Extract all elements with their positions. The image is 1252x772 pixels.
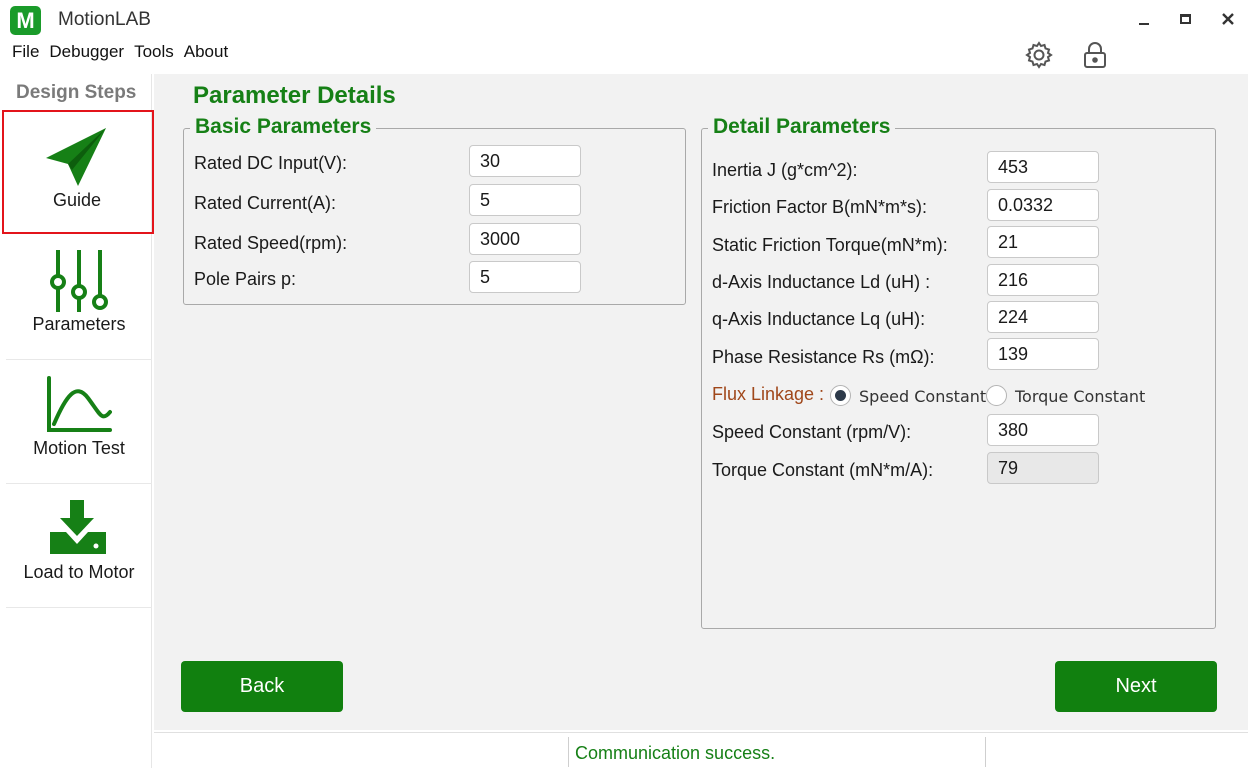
next-button[interactable]: Next [1055, 661, 1217, 712]
app-title: MotionLAB [58, 9, 151, 30]
d-axis-inductance-field[interactable]: 216 [987, 264, 1099, 296]
close-button[interactable] [1213, 6, 1243, 32]
minimize-icon [1139, 23, 1149, 25]
speed-constant-radio-label[interactable]: Speed Constant [859, 387, 986, 406]
friction-factor-field[interactable]: 0.0332 [987, 189, 1099, 221]
app-logo: M [10, 6, 41, 35]
sidebar-item-label: Parameters [32, 314, 126, 334]
detail-parameters-group: Detail Parameters Inertia J (g*cm^2): 45… [701, 115, 1216, 629]
torque-constant-label: Torque Constant (mN*m/A): [712, 460, 934, 480]
status-separator [568, 737, 569, 767]
back-button[interactable]: Back [181, 661, 343, 712]
menu-tools[interactable]: Tools [134, 42, 174, 64]
rated-current-field[interactable]: 5 [469, 184, 581, 216]
rated-dc-input-label: Rated DC Input(V): [194, 153, 348, 173]
inertia-label: Inertia J (g*cm^2): [712, 160, 858, 180]
static-friction-torque-label: Static Friction Torque(mN*m): [712, 235, 948, 255]
sidebar-item-load-to-motor[interactable]: Load to Motor [6, 484, 152, 608]
speed-constant-label: Speed Constant (rpm/V): [712, 422, 912, 442]
gear-icon[interactable] [1024, 40, 1054, 70]
torque-constant-field: 79 [987, 452, 1099, 484]
pole-pairs-label: Pole Pairs p: [194, 269, 297, 289]
sidebar-item-guide[interactable]: Guide [2, 110, 154, 234]
sidebar-item-label: Guide [52, 190, 102, 210]
menu-file[interactable]: File [12, 42, 39, 64]
minimize-button[interactable] [1129, 6, 1159, 32]
friction-factor-label: Friction Factor B(mN*m*s): [712, 197, 928, 217]
chart-curve-icon [47, 376, 112, 432]
maximize-button[interactable] [1170, 6, 1200, 32]
static-friction-torque-field[interactable]: 21 [987, 226, 1099, 258]
basic-parameters-group: Basic Parameters Rated DC Input(V): 30 R… [183, 115, 686, 305]
sidebar-title: Design Steps [16, 82, 137, 103]
basic-parameters-legend: Basic Parameters [190, 115, 377, 139]
status-separator [985, 737, 986, 767]
detail-parameters-legend: Detail Parameters [708, 115, 896, 139]
torque-constant-radio[interactable] [986, 385, 1007, 406]
rated-dc-input-field[interactable]: 30 [469, 145, 581, 177]
torque-constant-radio-label[interactable]: Torque Constant [1015, 387, 1145, 406]
phase-resistance-field[interactable]: 139 [987, 338, 1099, 370]
menu-debugger[interactable]: Debugger [49, 42, 124, 64]
d-axis-inductance-label: d-Axis Inductance Ld (uH) : [712, 272, 931, 292]
lock-icon[interactable] [1080, 40, 1110, 70]
close-icon [1222, 13, 1234, 25]
sidebar-item-label: Motion Test [33, 438, 125, 458]
download-icon [50, 500, 106, 554]
sidebar-item-label: Load to Motor [23, 562, 135, 582]
q-axis-inductance-field[interactable]: 224 [987, 301, 1099, 333]
page-title: Parameter Details [193, 82, 396, 109]
sidebar-item-parameters[interactable]: Parameters [6, 236, 152, 360]
status-bar: Communication success. [154, 732, 1248, 770]
menu-about[interactable]: About [184, 42, 228, 64]
q-axis-inductance-label: q-Axis Inductance Lq (uH): [712, 309, 926, 329]
design-steps-sidebar: Design Steps Guide Parameters Motion Tes… [2, 74, 154, 768]
flux-linkage-label: Flux Linkage : [712, 384, 825, 404]
main-panel: Parameter Details Basic Parameters Rated… [154, 74, 1248, 730]
rated-speed-label: Rated Speed(rpm): [194, 233, 348, 253]
maximize-icon [1179, 14, 1191, 24]
speed-constant-radio[interactable] [830, 385, 851, 406]
sliders-icon [50, 250, 108, 312]
rated-speed-field[interactable]: 3000 [469, 223, 581, 255]
menu-bar: File Debugger Tools About [12, 42, 228, 64]
sidebar-item-motion-test[interactable]: Motion Test [6, 360, 152, 484]
status-message: Communication success. [575, 743, 776, 763]
rated-current-label: Rated Current(A): [194, 193, 337, 213]
phase-resistance-label: Phase Resistance Rs (mΩ): [712, 347, 935, 367]
inertia-field[interactable]: 453 [987, 151, 1099, 183]
pole-pairs-field[interactable]: 5 [469, 261, 581, 293]
speed-constant-field[interactable]: 380 [987, 414, 1099, 446]
paper-plane-icon [46, 128, 106, 186]
